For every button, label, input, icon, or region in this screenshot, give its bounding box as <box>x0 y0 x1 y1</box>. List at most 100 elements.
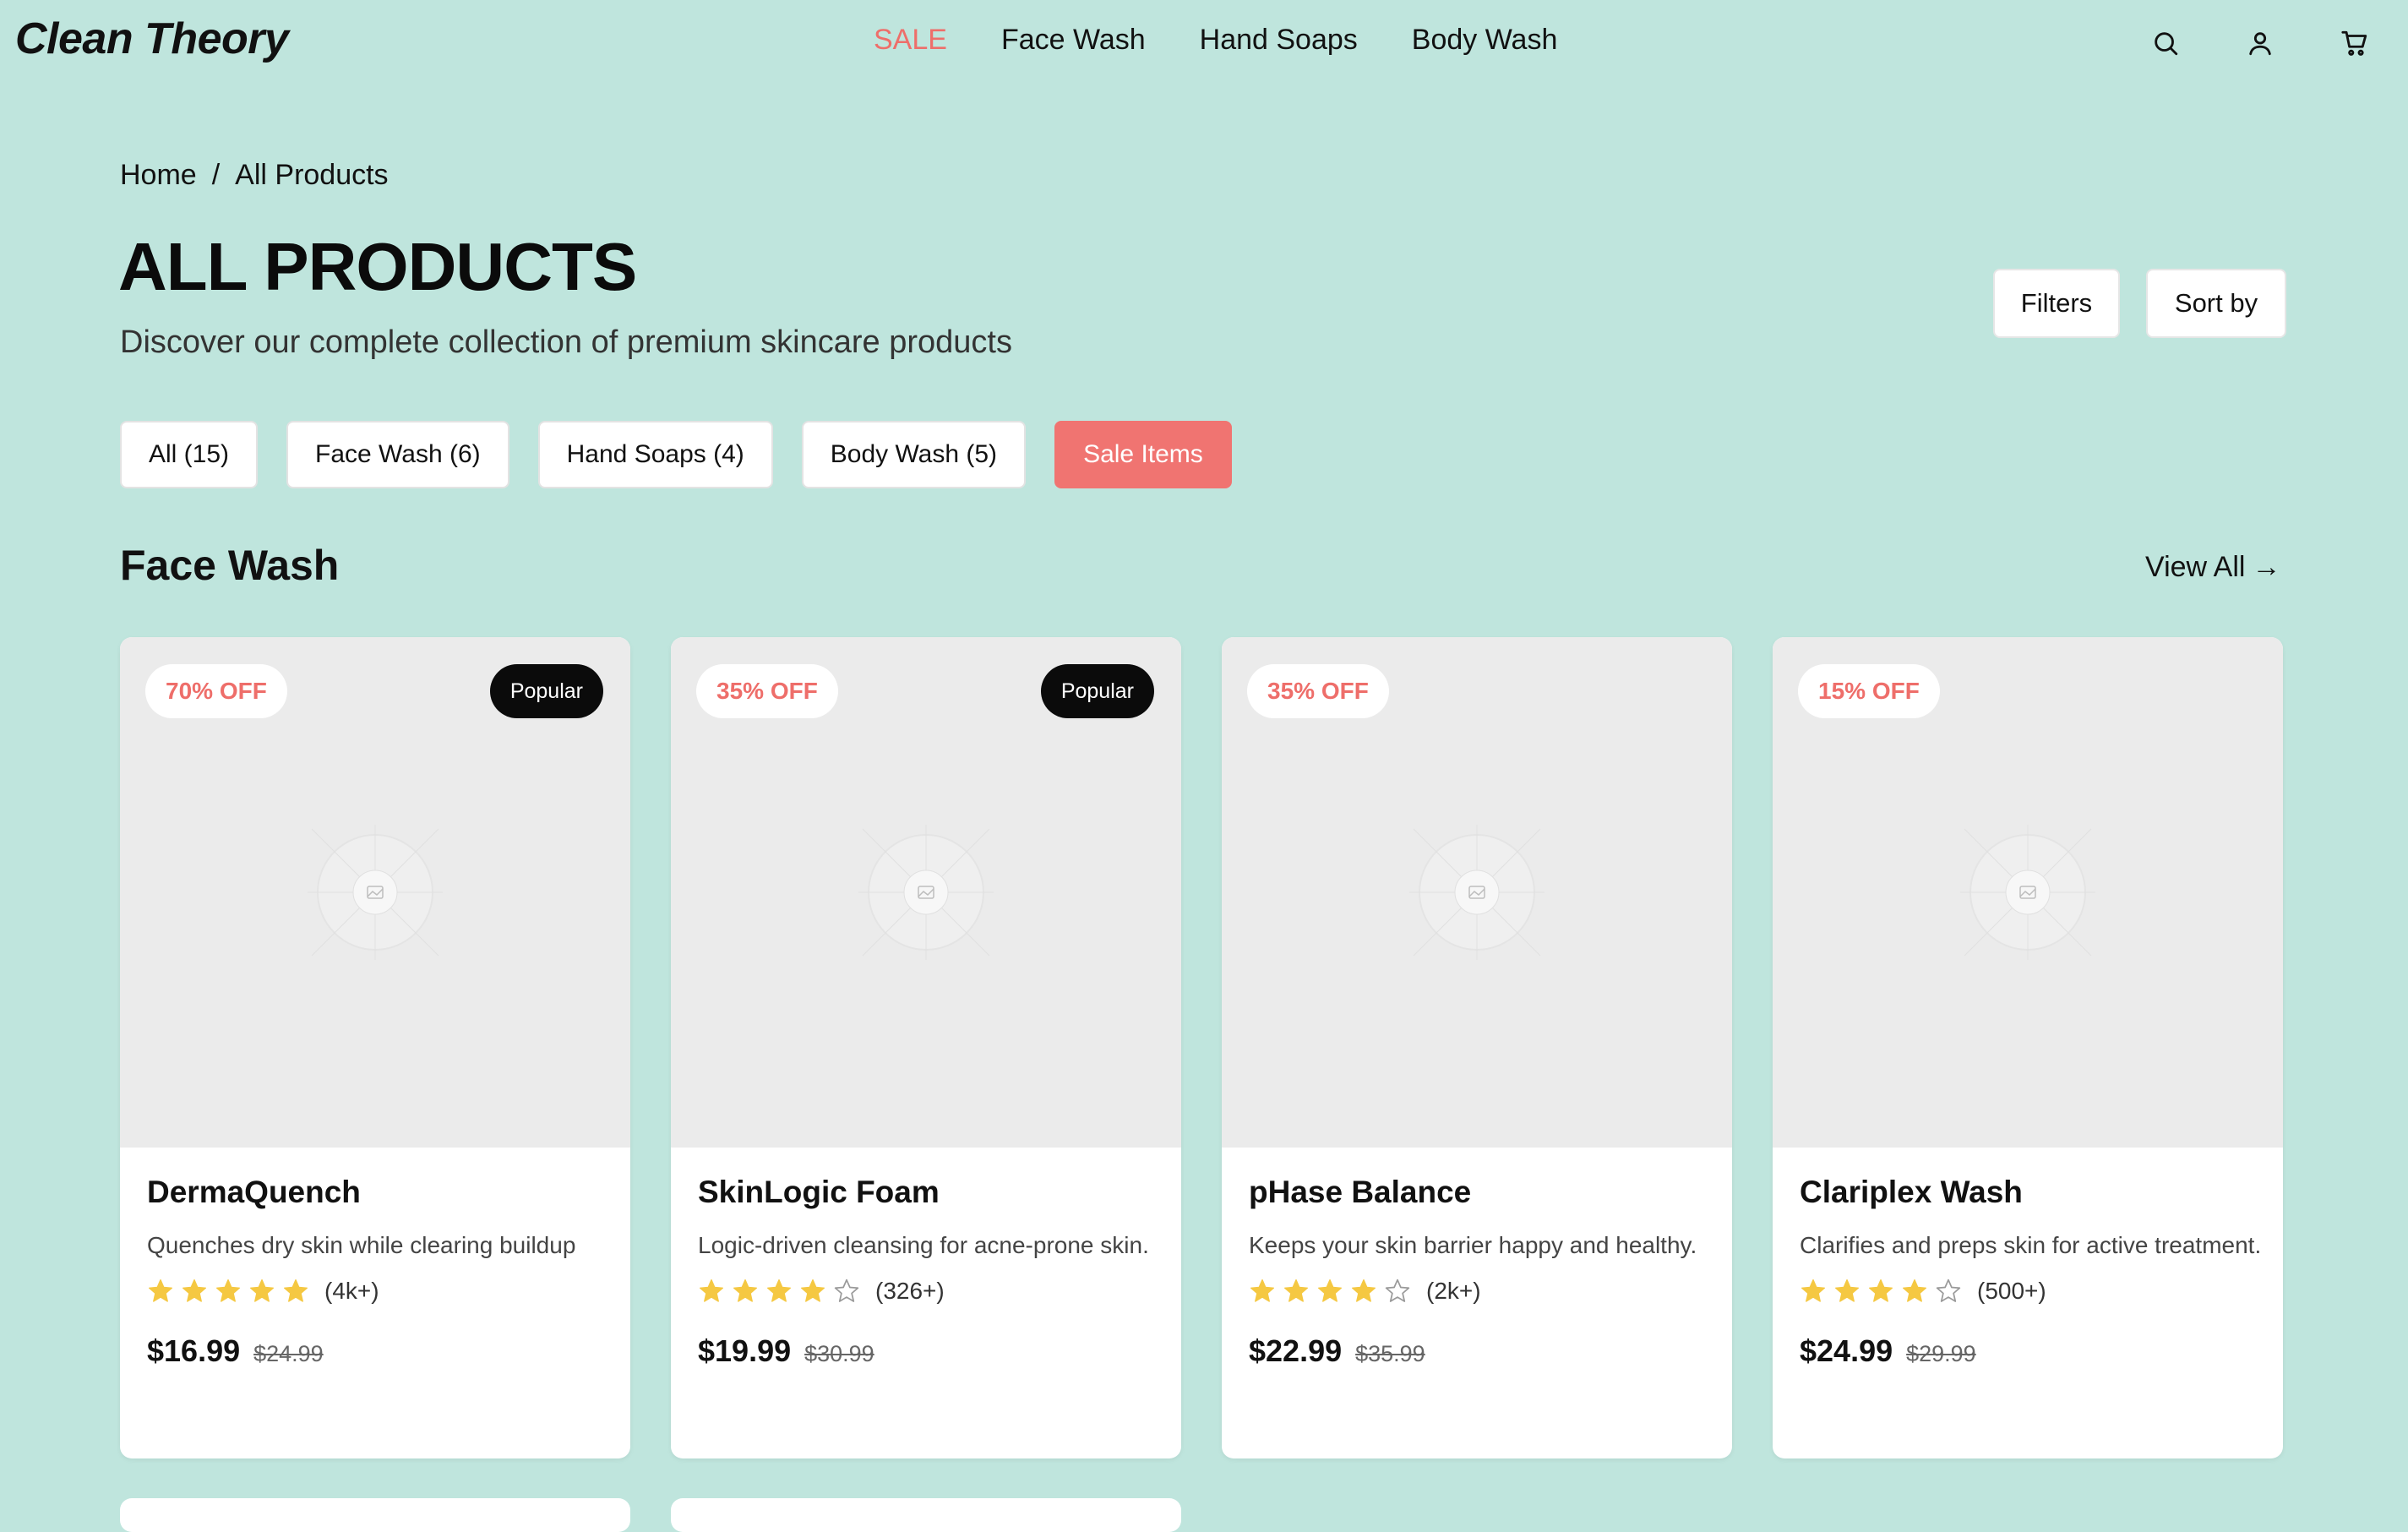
breadcrumb-home[interactable]: Home <box>120 159 197 192</box>
product-name[interactable]: Clariplex Wash <box>1800 1175 2263 1210</box>
section-title: Face Wash <box>120 542 340 589</box>
product-info: pHase Balance Keeps your skin barrier ha… <box>1249 1175 1712 1369</box>
chip-hand-soaps[interactable]: Hand Soaps (4) <box>537 421 773 488</box>
breadcrumb-current: All Products <box>235 159 389 191</box>
product-rating: (326+) <box>698 1278 1161 1305</box>
chip-sale-items[interactable]: Sale Items <box>1054 421 1232 488</box>
product-card[interactable]: 70% OFF Popular DermaQuench Quenches dry… <box>120 637 630 1458</box>
image-placeholder-icon <box>308 825 443 960</box>
product-description: Logic-driven cleansing for acne-prone sk… <box>698 1232 1149 1258</box>
search-icon[interactable] <box>2144 22 2187 64</box>
star-filled-icon <box>801 1279 825 1302</box>
chip-face-wash[interactable]: Face Wash (6) <box>286 421 509 488</box>
nav-face-wash[interactable]: Face Wash <box>1001 24 1146 57</box>
product-card[interactable]: 35% OFF Popular SkinLogic Foam Logic-dri… <box>671 637 1181 1458</box>
image-placeholder-icon <box>858 825 994 960</box>
chip-body-wash[interactable]: Body Wash (5) <box>801 421 1027 488</box>
discount-badge: 35% OFF <box>696 664 838 718</box>
main-nav: SALE Face Wash Hand Soaps Body Wash <box>874 24 1557 57</box>
star-filled-icon <box>183 1279 206 1302</box>
discount-badge: 15% OFF <box>1798 664 1940 718</box>
star-filled-icon <box>216 1279 240 1302</box>
page-subtitle: Discover our complete collection of prem… <box>120 324 1012 360</box>
star-filled-icon <box>733 1279 757 1302</box>
price-row: $16.99 $24.99 <box>147 1333 610 1369</box>
price-row: $22.99 $35.99 <box>1249 1333 1712 1369</box>
product-card[interactable]: 15% OFF Clariplex Wash Clarifies and pre… <box>1773 637 2283 1458</box>
product-description: Keeps your skin barrier happy and health… <box>1249 1232 1697 1258</box>
star-filled-icon <box>250 1279 274 1302</box>
image-placeholder-icon <box>1409 825 1544 960</box>
view-all-link[interactable]: View All → <box>2145 551 2280 584</box>
page-title: ALL PRODUCTS <box>118 229 637 304</box>
star-filled-icon <box>1352 1279 1376 1302</box>
product-rating: (4k+) <box>147 1278 610 1305</box>
view-all-label: View All <box>2145 551 2246 583</box>
cart-icon[interactable] <box>2334 22 2376 64</box>
sale-price: $19.99 <box>698 1333 792 1368</box>
original-price: $35.99 <box>1355 1341 1425 1366</box>
star-filled-icon <box>1318 1279 1342 1302</box>
product-image: 35% OFF <box>1222 637 1732 1148</box>
star-filled-icon <box>1835 1279 1859 1302</box>
sale-price: $22.99 <box>1249 1333 1343 1368</box>
nav-hand-soaps[interactable]: Hand Soaps <box>1200 24 1358 57</box>
product-image: 70% OFF Popular <box>120 637 630 1148</box>
product-name[interactable]: DermaQuench <box>147 1175 610 1210</box>
product-info: Clariplex Wash Clarifies and preps skin … <box>1800 1175 2263 1369</box>
review-count: (4k+) <box>324 1278 379 1304</box>
star-empty-icon <box>834 1278 859 1302</box>
nav-sale[interactable]: SALE <box>874 24 947 57</box>
product-name[interactable]: SkinLogic Foam <box>698 1175 1161 1210</box>
product-name[interactable]: pHase Balance <box>1249 1175 1712 1210</box>
arrow-right-icon: → <box>2252 551 2281 583</box>
filters-button[interactable]: Filters <box>1993 269 2120 338</box>
star-filled-icon <box>1869 1279 1893 1302</box>
popular-badge: Popular <box>489 664 603 718</box>
breadcrumb-separator: / <box>211 159 221 191</box>
site-header: Clean Theory SALE Face Wash Hand Soaps B… <box>0 0 2408 85</box>
sort-button[interactable]: Sort by <box>2146 269 2286 338</box>
review-count: (2k+) <box>1426 1278 1481 1304</box>
star-filled-icon <box>1250 1279 1274 1302</box>
star-empty-icon <box>1385 1278 1410 1302</box>
sale-price: $24.99 <box>1800 1333 1893 1368</box>
category-chips: All (15) Face Wash (6) Hand Soaps (4) Bo… <box>120 421 1232 488</box>
original-price: $30.99 <box>804 1341 874 1366</box>
product-card-partial[interactable] <box>120 1498 630 1532</box>
discount-badge: 70% OFF <box>145 664 287 718</box>
original-price: $29.99 <box>1906 1341 1976 1366</box>
brand-logo[interactable]: Clean Theory <box>15 14 289 64</box>
product-image: 35% OFF Popular <box>671 637 1181 1148</box>
price-row: $24.99 $29.99 <box>1800 1333 2263 1369</box>
product-rating: (2k+) <box>1249 1278 1712 1305</box>
product-rating: (500+) <box>1800 1278 2263 1305</box>
product-card[interactable]: 35% OFF pHase Balance Keeps your skin ba… <box>1222 637 1732 1458</box>
image-placeholder-icon <box>1960 825 2095 960</box>
star-filled-icon <box>1903 1279 1926 1302</box>
original-price: $24.99 <box>253 1341 324 1366</box>
star-filled-icon <box>700 1279 723 1302</box>
price-row: $19.99 $30.99 <box>698 1333 1161 1369</box>
star-filled-icon <box>767 1279 791 1302</box>
discount-badge: 35% OFF <box>1247 664 1389 718</box>
nav-body-wash[interactable]: Body Wash <box>1412 24 1558 57</box>
header-actions <box>2121 22 2408 64</box>
star-filled-icon <box>284 1279 308 1302</box>
star-filled-icon <box>1801 1279 1825 1302</box>
product-info: DermaQuench Quenches dry skin while clea… <box>147 1175 610 1369</box>
popular-badge: Popular <box>1040 664 1154 718</box>
product-description: Clarifies and preps skin for active trea… <box>1800 1232 2262 1258</box>
product-image: 15% OFF <box>1773 637 2283 1148</box>
sale-price: $16.99 <box>147 1333 241 1368</box>
star-filled-icon <box>1284 1279 1308 1302</box>
product-card-partial[interactable] <box>671 1498 1181 1532</box>
star-filled-icon <box>149 1279 172 1302</box>
product-info: SkinLogic Foam Logic-driven cleansing fo… <box>698 1175 1161 1369</box>
review-count: (326+) <box>875 1278 945 1304</box>
review-count: (500+) <box>1977 1278 2046 1304</box>
user-icon[interactable] <box>2239 22 2281 64</box>
product-description: Quenches dry skin while clearing buildup <box>147 1232 576 1258</box>
chip-all[interactable]: All (15) <box>120 421 259 488</box>
breadcrumb: Home / All Products <box>120 159 389 192</box>
